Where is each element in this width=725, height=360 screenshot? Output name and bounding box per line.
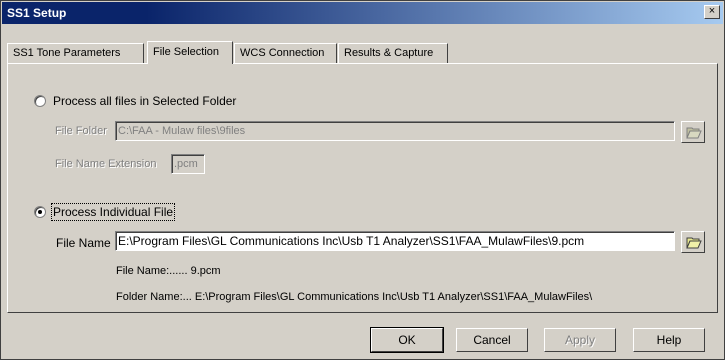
file-name-label: File Name (56, 236, 111, 250)
file-folder-label: File Folder (55, 125, 107, 137)
ss1-setup-window: SS1 Setup × SS1 Tone Parameters File Sel… (0, 0, 725, 360)
apply-button[interactable]: Apply (544, 328, 616, 352)
title-bar[interactable]: SS1 Setup × (2, 2, 723, 24)
tab-wcs-connection[interactable]: WCS Connection (234, 43, 337, 63)
ok-button[interactable]: OK (370, 327, 444, 353)
process-individual-label[interactable]: Process Individual File (50, 203, 176, 221)
browse-folder-button[interactable] (681, 121, 705, 143)
process-folder-label[interactable]: Process all files in Selected Folder (53, 94, 236, 108)
file-extension-input[interactable]: .pcm (171, 154, 205, 174)
process-individual-radio[interactable] (34, 206, 46, 218)
tab-file-selection[interactable]: File Selection (147, 41, 233, 64)
close-button[interactable]: × (704, 5, 720, 19)
file-name-input[interactable]: E:\Program Files\GL Communications Inc\U… (115, 231, 675, 251)
browse-file-button[interactable] (681, 231, 705, 253)
cancel-button[interactable]: Cancel (456, 328, 528, 352)
tab-label: SS1 Tone Parameters (13, 47, 121, 59)
window-title: SS1 Setup (7, 6, 67, 20)
folder-open-icon (686, 127, 702, 139)
tab-ss1-tone-parameters[interactable]: SS1 Tone Parameters (7, 43, 144, 63)
folder-name-info: Folder Name:... E:\Program Files\GL Comm… (116, 291, 593, 303)
tab-label: WCS Connection (240, 47, 325, 59)
process-folder-radio[interactable] (34, 95, 46, 107)
file-name-info: File Name:...... 9.pcm (116, 265, 221, 277)
tab-label: File Selection (153, 46, 220, 58)
close-icon: × (708, 5, 716, 17)
folder-open-icon (686, 237, 702, 249)
tab-results-capture[interactable]: Results & Capture (338, 43, 448, 63)
file-extension-label: File Name Extension (55, 158, 157, 170)
tab-label: Results & Capture (344, 47, 434, 59)
help-button[interactable]: Help (633, 328, 705, 352)
file-folder-input[interactable]: C:\FAA - Mulaw files\9files (115, 121, 675, 141)
